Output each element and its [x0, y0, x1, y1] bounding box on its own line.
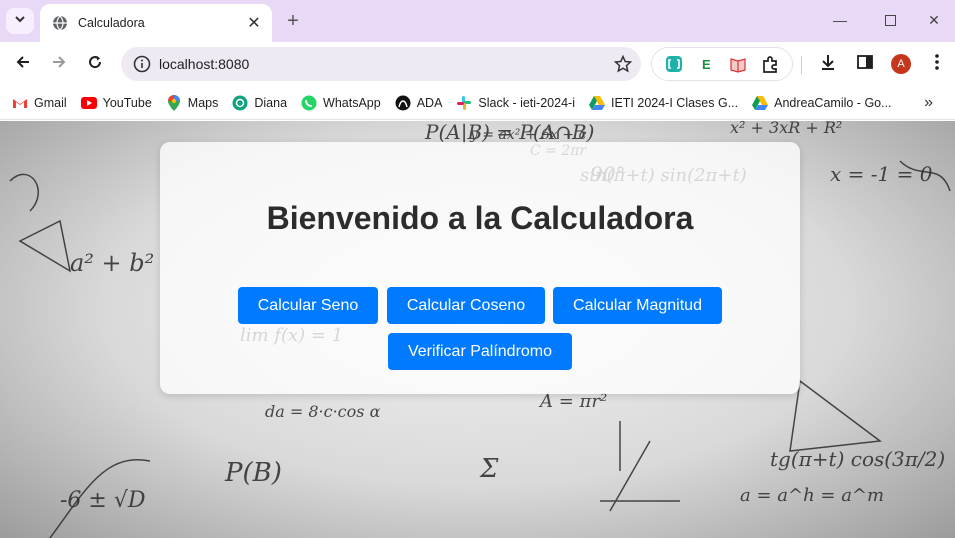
tab-search-button[interactable]: [6, 8, 34, 34]
puzzle-extensions-icon[interactable]: [759, 53, 781, 75]
extension-bracket-icon[interactable]: [663, 53, 685, 75]
back-button[interactable]: [9, 50, 37, 78]
close-window-button[interactable]: ✕: [911, 6, 955, 34]
avatar: A: [891, 54, 911, 74]
calculator-card: Bienvenido a la Calculadora Calcular Sen…: [160, 142, 800, 394]
bookmark-star-icon[interactable]: [605, 55, 641, 73]
bookmark-label: WhatsApp: [323, 95, 381, 110]
background-formula: P(B): [224, 458, 282, 488]
bookmark-gmail[interactable]: Gmail: [12, 95, 67, 111]
bookmark-label: YouTube: [102, 95, 152, 110]
gmail-icon: [12, 95, 28, 111]
more-vertical-icon: [935, 53, 939, 75]
download-icon: [819, 53, 837, 76]
bookmark-maps[interactable]: Maps: [166, 94, 219, 111]
calculate-cosine-button[interactable]: Calcular Coseno: [387, 287, 545, 324]
chevron-double-right-icon[interactable]: »: [924, 94, 933, 112]
youtube-icon: [80, 95, 97, 111]
background-formula: da = 8·c·cos α: [265, 402, 381, 421]
bookmark-label: Diana: [254, 95, 288, 110]
side-panel-button[interactable]: [851, 50, 879, 78]
url-text: localhost:8080: [159, 56, 250, 72]
bookmark-diana[interactable]: Diana: [232, 95, 287, 111]
background-formula: y = ax² + 6x + c: [469, 127, 586, 143]
svg-text:E: E: [702, 57, 711, 72]
page-content: P(A|B) = P(A∩B)x = -1 = 0a² + b²lim f(x)…: [0, 121, 955, 538]
maps-icon: [166, 94, 182, 111]
ada-icon: [395, 95, 411, 111]
bookmarks-bar: Gmail YouTube Maps Diana WhatsApp ADA Sl…: [0, 86, 955, 120]
bookmark-label: Gmail: [34, 95, 67, 110]
background-formula: A = πr²: [538, 391, 607, 412]
chevron-down-icon: [14, 12, 26, 30]
whatsapp-icon: [301, 95, 317, 111]
side-panel-icon: [857, 54, 873, 75]
address-bar[interactable]: localhost:8080: [121, 47, 641, 81]
toolbar-divider: [801, 56, 802, 74]
site-info-icon[interactable]: [125, 55, 159, 73]
reload-button[interactable]: [81, 50, 109, 78]
bookmark-ieti-drive[interactable]: IETI 2024-I Clases G...: [588, 95, 739, 111]
tab-strip: Calculadora ✕ + — ✕: [0, 0, 955, 42]
bookmark-label: IETI 2024-I Clases G...: [610, 95, 739, 110]
extension-reader-icon[interactable]: [727, 53, 749, 75]
close-tab-icon[interactable]: ✕: [244, 13, 264, 33]
check-palindrome-button[interactable]: Verificar Palíndromo: [388, 333, 572, 370]
tab-calculadora[interactable]: Calculadora ✕: [40, 4, 272, 42]
minimize-button[interactable]: —: [817, 6, 863, 34]
extensions-group: E: [651, 47, 793, 81]
drive-icon: [588, 95, 605, 111]
download-button[interactable]: [814, 50, 842, 78]
slack-icon: [456, 95, 472, 111]
bookmark-andreacamilo-drive[interactable]: AndreaCamilo - Go...: [752, 95, 892, 111]
arrow-left-icon: [15, 54, 31, 75]
tab-title: Calculadora: [78, 16, 145, 30]
background-formula: Σ: [479, 454, 499, 484]
bookmark-label: ADA: [416, 95, 443, 110]
bookmark-label: Slack - ieti-2024-i: [478, 95, 575, 110]
drive-icon: [752, 95, 769, 111]
new-tab-button[interactable]: +: [282, 10, 304, 32]
forward-button[interactable]: [45, 50, 73, 78]
arrow-right-icon: [51, 54, 67, 75]
browser-toolbar: localhost:8080 E A: [0, 42, 955, 86]
background-formula: a² + b²: [70, 249, 154, 277]
bookmark-label: AndreaCamilo - Go...: [774, 95, 892, 110]
reload-icon: [87, 54, 103, 75]
profile-button[interactable]: A: [887, 50, 915, 78]
bookmark-label: Maps: [187, 95, 219, 110]
globe-icon: [52, 15, 68, 31]
background-formula: x² + 3xR + R²: [730, 121, 842, 137]
menu-button[interactable]: [923, 50, 951, 78]
chatgpt-icon: [232, 95, 248, 111]
page-title: Bienvenido a la Calculadora: [266, 200, 694, 236]
calculate-sine-button[interactable]: Calcular Seno: [238, 287, 378, 324]
calculate-magnitude-button[interactable]: Calcular Magnitud: [553, 287, 722, 324]
maximize-button[interactable]: [867, 6, 913, 34]
background-formula: -6 ± √D: [60, 488, 146, 513]
background-formula: x = -1 = 0: [830, 162, 933, 186]
bookmark-youtube[interactable]: YouTube: [80, 95, 152, 111]
bookmark-slack[interactable]: Slack - ieti-2024-i: [456, 95, 575, 111]
background-formula: a = a^h = a^m: [740, 485, 884, 506]
bookmark-whatsapp[interactable]: WhatsApp: [301, 95, 381, 111]
bookmark-ada[interactable]: ADA: [395, 95, 443, 111]
extension-e-icon[interactable]: E: [695, 53, 717, 75]
